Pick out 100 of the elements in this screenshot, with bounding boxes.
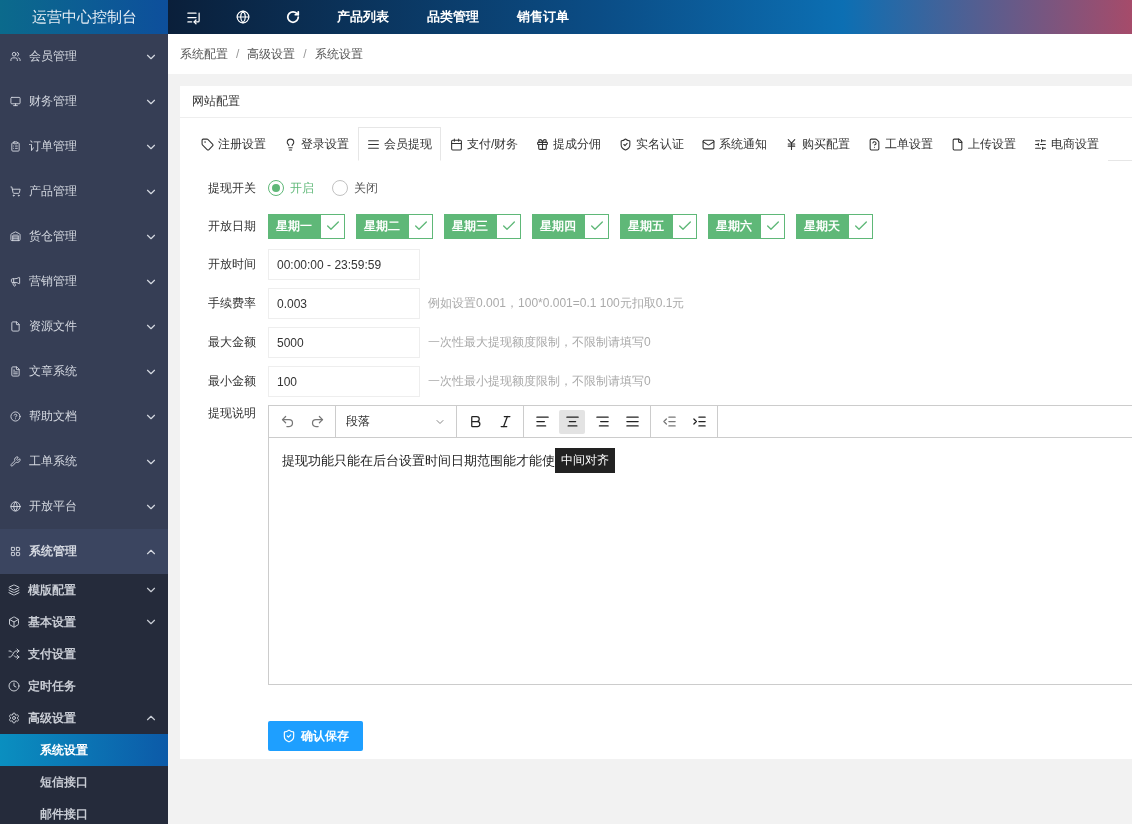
submenu-item[interactable]: 高级设置 [0, 702, 168, 734]
submenu-item[interactable]: 基本设置 [0, 606, 168, 638]
format-dropdown[interactable]: 段落 [341, 413, 451, 430]
day-checkbox[interactable] [584, 213, 609, 239]
grid-icon [10, 546, 21, 557]
cart-icon [10, 186, 21, 197]
submenu-label: 高级设置 [28, 709, 77, 727]
field-label: 提现开关 [207, 179, 257, 197]
sidebar-item-label: 订单管理 [29, 138, 78, 155]
day-checkbox[interactable] [760, 213, 785, 239]
field-label: 开放日期 [207, 217, 257, 235]
sidebar-item-label: 系统管理 [29, 543, 78, 560]
submenu-label: 模版配置 [28, 581, 77, 599]
submenu-label: 定时任务 [28, 677, 77, 695]
cube-icon [8, 616, 20, 628]
settings-icon [8, 712, 20, 724]
document-icon [10, 366, 21, 377]
undo-icon [279, 414, 295, 429]
sidebar-item-label: 开放平台 [29, 498, 78, 515]
submenu-label: 邮件接口 [40, 805, 89, 823]
submenu-label: 短信接口 [40, 773, 89, 791]
align-center-icon [564, 414, 580, 429]
gift-icon [536, 137, 550, 151]
sidebar-item-label: 帮助文档 [29, 408, 78, 425]
rich-text-editor[interactable]: 段落 提现功能只能在后台设置时间日期范围能才能使 中间对齐 [268, 405, 1132, 685]
day-checkbox[interactable] [496, 213, 521, 239]
nav-link[interactable]: 品类管理 [408, 8, 498, 26]
sidebar-item-label: 文章系统 [29, 363, 78, 380]
sidebar-item-label: 工单系统 [29, 453, 78, 470]
tab[interactable]: 会员提现 [358, 127, 441, 161]
day-checkbox[interactable] [672, 213, 697, 239]
sidebar-item-label: 营销管理 [29, 273, 78, 290]
shield-check-icon [282, 729, 296, 743]
submenu-label: 系统设置 [40, 741, 89, 759]
radio-label: 开启 [290, 179, 314, 197]
day-checkbox[interactable] [408, 213, 433, 239]
tooltip: 中间对齐 [555, 448, 615, 473]
field-hint: 一次性最小提现额度限制，不限制请填写0 [428, 373, 651, 390]
submenu-item[interactable]: 短信接口 [0, 766, 168, 798]
field-hint: 一次性最大提现额度限制，不限制请填写0 [428, 334, 651, 351]
radio-option[interactable]: 关闭 [332, 179, 378, 197]
file-question-icon [868, 137, 882, 151]
help-icon [10, 411, 21, 422]
warehouse-icon [10, 231, 21, 242]
align-right-icon [594, 414, 610, 429]
day-label: 星期二 [356, 213, 408, 239]
sidebar-item-label: 产品管理 [29, 183, 78, 200]
calendar-icon [450, 137, 463, 151]
wrench-icon [10, 456, 21, 467]
indent-icon [691, 414, 707, 429]
breadcrumb-link[interactable]: 系统配置 [180, 45, 228, 63]
submenu-item[interactable]: 系统设置 [0, 734, 168, 766]
sidebar-item-label: 货仓管理 [29, 228, 78, 245]
submenu-item[interactable]: 支付设置 [0, 638, 168, 670]
justify-icon [624, 414, 640, 429]
input-field[interactable]: 00:00:00 - 23:59:59 [268, 249, 420, 280]
breadcrumb-separator: / [303, 47, 307, 61]
nav-link[interactable]: 产品列表 [318, 8, 408, 26]
sidebar-item-label: 财务管理 [29, 93, 78, 110]
day-label: 星期三 [444, 213, 496, 239]
align-center-button[interactable] [559, 409, 585, 434]
sidebar-item-label: 资源文件 [29, 318, 78, 335]
day-label: 星期天 [796, 213, 848, 239]
mail-icon [702, 137, 716, 151]
field-label: 手续费率 [207, 295, 257, 312]
sidebar-item-label: 会员管理 [29, 48, 78, 65]
submenu-item[interactable]: 邮件接口 [0, 798, 168, 824]
lightbulb-icon [284, 137, 297, 151]
file-icon [951, 137, 965, 151]
list-icon [367, 137, 380, 151]
italic-icon [497, 414, 513, 429]
day-label: 星期六 [708, 213, 760, 239]
radio-label: 关闭 [354, 179, 378, 197]
field-label: 开放时间 [207, 256, 257, 273]
tag-icon [201, 137, 214, 151]
input-field[interactable]: 0.003 [268, 288, 420, 319]
shield-icon [619, 137, 633, 151]
users-icon [10, 51, 21, 62]
monitor-icon [10, 96, 21, 107]
submenu-label: 支付设置 [28, 645, 77, 663]
day-label: 星期五 [620, 213, 672, 239]
submenu-item[interactable]: 定时任务 [0, 670, 168, 702]
file-icon [10, 321, 21, 332]
card-title: 网站配置 [180, 86, 1132, 118]
redo-icon [309, 414, 325, 429]
field-label: 最大金额 [207, 334, 257, 351]
nav-link[interactable]: 销售订单 [498, 8, 588, 26]
editor-text: 提现功能只能在后台设置时间日期范围能才能使 [282, 452, 555, 470]
outdent-icon [661, 414, 677, 429]
breadcrumb-link[interactable]: 系统设置 [314, 45, 363, 63]
align-left-icon [534, 414, 550, 429]
clock-icon [8, 680, 20, 692]
input-field[interactable]: 100 [268, 366, 420, 397]
input-field[interactable]: 5000 [268, 327, 420, 358]
globe-icon [10, 501, 21, 512]
day-label: 星期四 [532, 213, 584, 239]
breadcrumb-link[interactable]: 高级设置 [247, 45, 296, 63]
day-checkbox[interactable] [320, 213, 345, 239]
submenu-item[interactable]: 模版配置 [0, 574, 168, 606]
day-checkbox[interactable] [848, 213, 873, 239]
